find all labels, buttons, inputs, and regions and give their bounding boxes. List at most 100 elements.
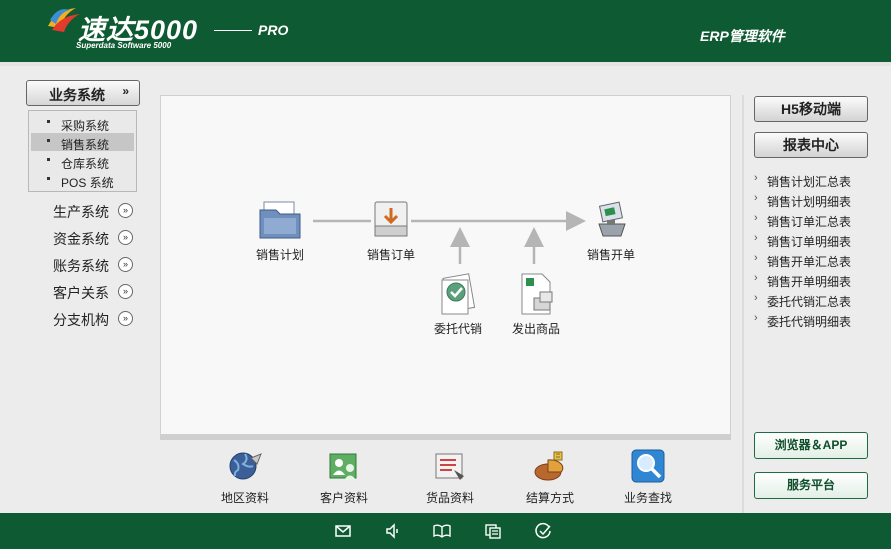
report-link[interactable]: › 委托代销汇总表 <box>754 292 874 309</box>
expand-chevron-icon[interactable]: » <box>118 284 133 299</box>
nav-section-label: 业务系统 <box>49 87 105 103</box>
shortcut-goods-data[interactable]: 货品资料 <box>410 448 490 506</box>
window-list-icon[interactable] <box>484 522 502 540</box>
nav-subitem-pos[interactable]: POS 系统 <box>31 171 134 190</box>
nav-item-label: 生产系统 <box>53 204 109 220</box>
nav-item-production[interactable]: 生产系统 » <box>40 200 140 220</box>
expand-chevron-icon[interactable]: » <box>118 311 133 326</box>
app-footer <box>0 513 891 549</box>
flow-node-label: 发出商品 <box>511 322 560 336</box>
report-link[interactable]: › 销售开单明细表 <box>754 272 874 289</box>
bullet-icon <box>47 120 50 123</box>
double-chevron-down-icon: » <box>122 84 129 98</box>
browser-app-button[interactable]: 浏览器＆APP <box>754 432 868 459</box>
logo-divider <box>214 30 252 31</box>
workflow-panel: 销售计划 销售订单 销售开单 委托代销 发出商品 <box>160 95 731 435</box>
shortcut-region-data[interactable]: 地区资料 <box>205 448 285 506</box>
nav-subitem-label: POS 系统 <box>61 176 114 190</box>
logo-swoosh-icon <box>48 8 80 32</box>
expand-chevron-icon[interactable]: » <box>118 230 133 245</box>
chevron-right-icon: › <box>754 232 758 244</box>
nav-subitem-sales[interactable]: 销售系统 <box>31 133 134 152</box>
settlement-pie-icon <box>534 451 564 481</box>
goods-list-icon <box>435 453 464 480</box>
report-link[interactable]: › 销售订单明细表 <box>754 232 874 249</box>
product-title: ERP管理软件 <box>700 28 785 44</box>
service-platform-button[interactable]: 服务平台 <box>754 472 868 499</box>
nav-subitem-warehouse[interactable]: 仓库系统 <box>31 152 134 171</box>
report-link-label: 销售计划明细表 <box>767 195 852 209</box>
nav-item-label: 账务系统 <box>53 258 109 274</box>
workflow-arrows <box>313 211 586 264</box>
inbox-tray-icon <box>374 201 408 237</box>
report-link-label: 销售开单汇总表 <box>767 255 852 269</box>
nav-submenu: 采购系统 销售系统 仓库系统 POS 系统 <box>28 110 137 192</box>
book-icon[interactable] <box>433 522 451 540</box>
shortcut-customer-data[interactable]: 客户资料 <box>304 448 384 506</box>
report-center-button[interactable]: 报表中心 <box>754 132 868 158</box>
report-link-label: 委托代销汇总表 <box>767 295 852 309</box>
flow-node-sales-order[interactable]: 销售订单 <box>351 196 431 263</box>
expand-chevron-icon[interactable]: » <box>118 257 133 272</box>
globe-icon <box>229 452 262 480</box>
report-link-label: 销售计划汇总表 <box>767 175 852 189</box>
report-link[interactable]: › 销售订单汇总表 <box>754 212 874 229</box>
logo-subtitle: Superdata Software 5000 <box>76 41 172 50</box>
nav-subitem-label: 仓库系统 <box>61 157 110 171</box>
flow-node-shipped-goods[interactable]: 发出商品 <box>496 270 576 337</box>
shortcut-settlement[interactable]: 结算方式 <box>510 448 590 506</box>
speaker-icon[interactable] <box>384 522 402 540</box>
approved-document-icon <box>441 273 476 315</box>
magnifier-icon <box>631 449 665 483</box>
nav-subitem-purchase[interactable]: 采购系统 <box>31 114 134 133</box>
flow-node-label: 销售订单 <box>366 248 415 262</box>
customer-group-icon <box>329 453 357 480</box>
flow-node-label: 销售开单 <box>586 248 635 262</box>
report-link-label: 委托代销明细表 <box>767 315 852 329</box>
header-divider <box>0 62 891 66</box>
nav-item-label: 资金系统 <box>53 231 109 247</box>
nav-item-label: 分支机构 <box>53 312 109 328</box>
shortcut-bar: 地区资料 客户资料 货品资料 结算方式 业务查找 <box>160 440 731 513</box>
chevron-right-icon: › <box>754 252 758 264</box>
chevron-right-icon: › <box>754 192 758 204</box>
right-panel-border <box>742 95 744 513</box>
expand-chevron-icon[interactable]: » <box>118 203 133 218</box>
nav-section-business[interactable]: 业务系统 » <box>26 80 140 106</box>
chevron-right-icon: › <box>754 212 758 224</box>
report-link[interactable]: › 委托代销明细表 <box>754 312 874 329</box>
flow-node-sales-invoice[interactable]: 销售开单 <box>571 196 651 263</box>
nav-item-accounting[interactable]: 账务系统 » <box>40 254 140 274</box>
check-circle-icon[interactable] <box>534 522 552 540</box>
nav-item-branches[interactable]: 分支机构 » <box>40 308 140 328</box>
flow-node-sales-plan[interactable]: 销售计划 <box>240 196 320 263</box>
mail-icon[interactable] <box>334 522 352 540</box>
app-header: 速达5000 Superdata Software 5000 PRO ERP管理… <box>0 0 891 62</box>
shortcut-label: 业务查找 <box>623 491 672 505</box>
nav-subitem-label: 采购系统 <box>61 119 110 133</box>
nav-item-label: 客户关系 <box>53 285 109 301</box>
cash-register-icon <box>598 201 626 237</box>
nav-subitem-label: 销售系统 <box>61 138 110 152</box>
report-link[interactable]: › 销售计划明细表 <box>754 192 874 209</box>
folder-document-icon <box>259 201 301 239</box>
chevron-right-icon: › <box>754 172 758 184</box>
shortcut-business-search[interactable]: 业务查找 <box>608 448 688 506</box>
report-link-label: 销售订单汇总表 <box>767 215 852 229</box>
flow-node-label: 委托代销 <box>433 322 482 336</box>
chevron-right-icon: › <box>754 292 758 304</box>
shortcut-label: 地区资料 <box>220 491 269 505</box>
bullet-icon <box>47 158 50 161</box>
edition-label: PRO <box>258 22 289 38</box>
chevron-right-icon: › <box>754 312 758 324</box>
mobile-h5-button[interactable]: H5移动端 <box>754 96 868 122</box>
flow-node-consignment[interactable]: 委托代销 <box>418 270 498 337</box>
bullet-icon <box>47 177 50 180</box>
report-link[interactable]: › 销售计划汇总表 <box>754 172 874 189</box>
shortcut-label: 结算方式 <box>525 491 574 505</box>
report-link[interactable]: › 销售开单汇总表 <box>754 252 874 269</box>
chevron-right-icon: › <box>754 272 758 284</box>
nav-item-crm[interactable]: 客户关系 » <box>40 281 140 301</box>
nav-item-funds[interactable]: 资金系统 » <box>40 227 140 247</box>
shortcut-label: 客户资料 <box>319 491 368 505</box>
